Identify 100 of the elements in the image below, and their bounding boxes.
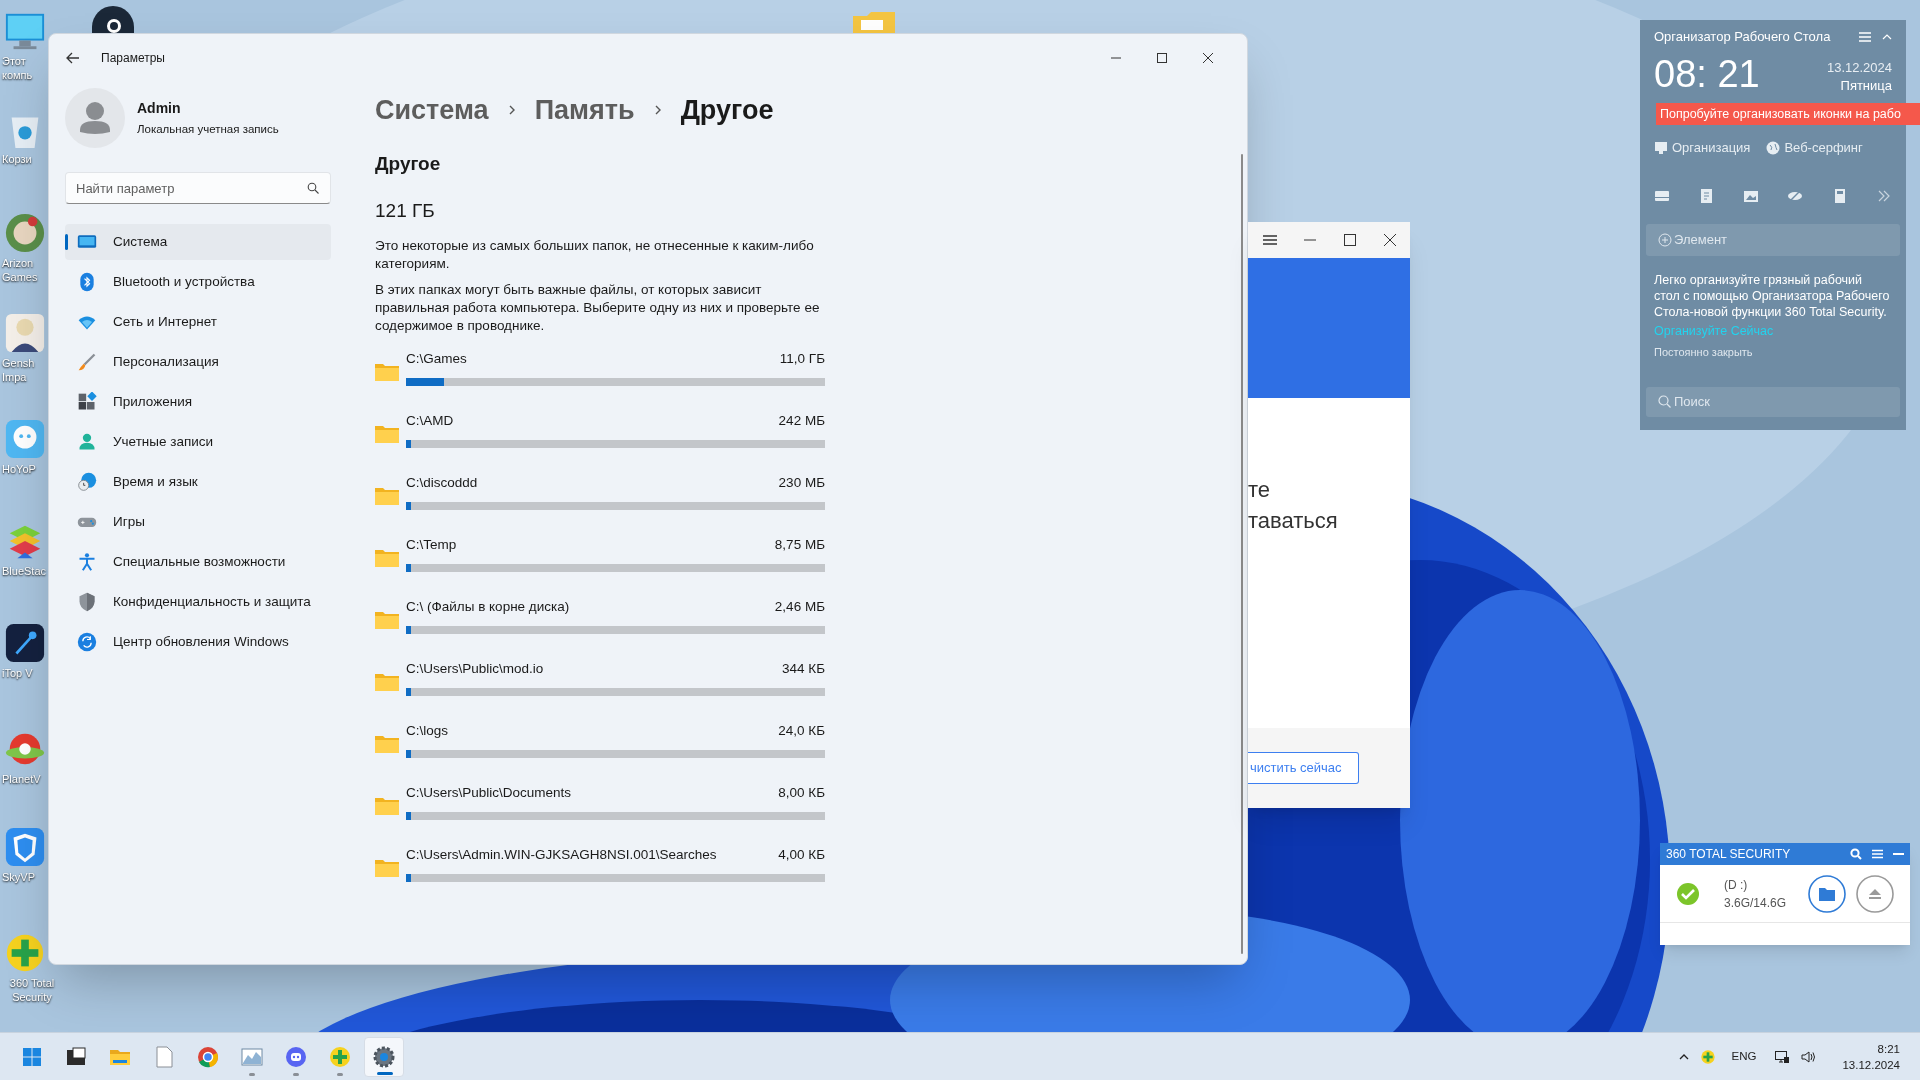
- description-text: Это некоторые из самых больших папок, не отнесенные к каким-либо категориям.: [375, 237, 815, 273]
- nav-item[interactable]: Центр обновления Windows: [65, 624, 331, 660]
- folder-icon[interactable]: [375, 423, 399, 443]
- folder-size: 24,0 КБ: [778, 722, 825, 740]
- folder-path[interactable]: C:\AMD: [406, 411, 454, 432]
- folder-path[interactable]: C:\Users\Public\mod.io: [406, 659, 544, 680]
- brush-icon: [77, 352, 97, 372]
- folder-icon[interactable]: [375, 733, 399, 753]
- nav-item[interactable]: Игры: [65, 504, 331, 540]
- search-field[interactable]: Поиск: [1646, 386, 1900, 417]
- body-text: те: [1248, 476, 1272, 504]
- account-type: Локальная учетная запись: [137, 121, 279, 137]
- nav-item[interactable]: Специальные возможности: [65, 544, 331, 580]
- nav-item[interactable]: Учетные записи: [65, 424, 331, 460]
- search-icon: [1658, 394, 1671, 408]
- chat-icon: [284, 1045, 308, 1069]
- notification-banner: Попробуйте организовать иконки на рабо: [1656, 103, 1920, 125]
- folder-icon[interactable]: [375, 361, 399, 381]
- section-heading: Другое: [375, 152, 442, 176]
- search-icon[interactable]: [1850, 848, 1862, 860]
- body-text: таваться: [1248, 507, 1339, 535]
- folder-path[interactable]: C:\Users\Public\Documents: [406, 783, 572, 804]
- nav-item[interactable]: Конфиденциальность и защита: [65, 584, 331, 620]
- breadcrumb-link[interactable]: Система: [375, 89, 489, 131]
- folder-path[interactable]: C:\Users\Admin.WIN-GJKSAGH8NSI.001\Searches: [406, 845, 717, 866]
- widget-title: Организатор Рабочего Стола: [1654, 28, 1831, 47]
- promo-text: Легко организуйте грязный рабочий стол с помощью Организатора Рабочего Стола-новой функции 360 Total Security.: [1653, 271, 1891, 320]
- clean-button[interactable]: чистить сейчас: [1248, 752, 1359, 784]
- apps-icon: [77, 392, 97, 412]
- search-icon[interactable]: [307, 182, 319, 194]
- wreath-icon[interactable]: [4, 212, 46, 254]
- folder-path[interactable]: C:\Games: [406, 349, 467, 370]
- start-icon: [20, 1045, 44, 1069]
- folder-icon[interactable]: [375, 857, 399, 877]
- folder-icon[interactable]: [853, 12, 895, 33]
- drive-usage: 3.6G/14.6G: [1724, 894, 1787, 912]
- nav-item[interactable]: Система: [65, 224, 331, 260]
- search-field[interactable]: Найти параметр: [65, 172, 331, 204]
- nav-item[interactable]: Время и язык: [65, 464, 331, 500]
- app-icon[interactable]: [92, 6, 134, 33]
- nav-item[interactable]: Сеть и Интернет: [65, 304, 331, 340]
- folder-path[interactable]: C:\discoddd: [406, 473, 478, 494]
- clock-time: 08: 21: [1654, 54, 1760, 94]
- total-size: 121 ГБ: [375, 198, 436, 223]
- eject-button[interactable]: [1856, 874, 1894, 913]
- folder-icon[interactable]: [375, 547, 399, 567]
- plus-icon[interactable]: [4, 932, 46, 974]
- network-icon[interactable]: [1774, 1049, 1791, 1065]
- taskbar-app[interactable]: [364, 1037, 404, 1077]
- browser-icon: [196, 1045, 220, 1069]
- globe-clock-icon: [77, 472, 97, 492]
- folder-size: 242 МБ: [778, 412, 825, 430]
- window-title: Параметры: [101, 50, 165, 67]
- widget-title: 360 TOTAL SECURITY: [1666, 846, 1791, 863]
- scrollbar[interactable]: [1241, 154, 1243, 954]
- add-icon: [1658, 232, 1672, 247]
- person-icon: [77, 432, 97, 452]
- plus-icon: [328, 1045, 352, 1069]
- back-icon[interactable]: [65, 50, 81, 66]
- accessibility-icon: [77, 552, 97, 572]
- document-icon[interactable]: [1698, 187, 1715, 204]
- clock-time: 8:21: [1877, 1042, 1900, 1057]
- folder-path[interactable]: C:\Temp: [406, 535, 457, 556]
- folder-icon[interactable]: [375, 609, 399, 629]
- avatar-icon: [65, 88, 125, 148]
- volume-icon[interactable]: [1800, 1049, 1817, 1065]
- folder-path[interactable]: C:\ (Файлы в корне диска): [406, 597, 570, 618]
- folder-icon[interactable]: [375, 671, 399, 691]
- folder-size: 344 КБ: [782, 660, 825, 678]
- folder-size: 8,75 МБ: [774, 536, 825, 554]
- page-title: Другое: [680, 93, 774, 127]
- update-icon: [77, 632, 97, 652]
- weekday: Пятница: [1840, 77, 1892, 94]
- chart-icon: [240, 1045, 264, 1069]
- menu-icon[interactable]: [1872, 849, 1883, 859]
- language-indicator[interactable]: ENG: [1731, 1048, 1757, 1066]
- folder-path[interactable]: C:\logs: [406, 721, 449, 742]
- plus-icon[interactable]: [1699, 1049, 1716, 1065]
- folder-icon[interactable]: [375, 795, 399, 815]
- menu-icon[interactable]: [1858, 31, 1872, 43]
- bluetooth-icon: [77, 272, 97, 292]
- drive-label: (D :): [1724, 876, 1749, 894]
- description-text: В этих папках могут быть важные файлы, от которых зависит правильная работа компьютера. Выберите одну из них и проверьте ее содержимое в проводнике.: [375, 281, 821, 335]
- settings-icon: [372, 1045, 396, 1069]
- nav-item[interactable]: Bluetooth и устройства: [65, 264, 331, 300]
- nav-item[interactable]: Персонализация: [65, 344, 331, 380]
- globe-icon: [1766, 140, 1781, 155]
- folder-size: 2,46 МБ: [774, 598, 825, 616]
- folder-icon[interactable]: [375, 485, 399, 505]
- check-icon: [1676, 881, 1700, 906]
- user-name: Admin: [137, 98, 182, 118]
- folder-size: 11,0 ГБ: [779, 350, 825, 368]
- folder-size: 230 МБ: [778, 474, 825, 492]
- nav-item[interactable]: Приложения: [65, 384, 331, 420]
- open-folder-button[interactable]: [1808, 874, 1846, 913]
- breadcrumb-link[interactable]: Память: [534, 89, 635, 131]
- monitor-icon: [1654, 140, 1668, 155]
- collapse-icon[interactable]: [1882, 33, 1892, 41]
- folder-size: 8,00 КБ: [778, 784, 825, 802]
- taskbar-clock[interactable]: 8:21 13.12.2024: [1842, 1041, 1900, 1073]
